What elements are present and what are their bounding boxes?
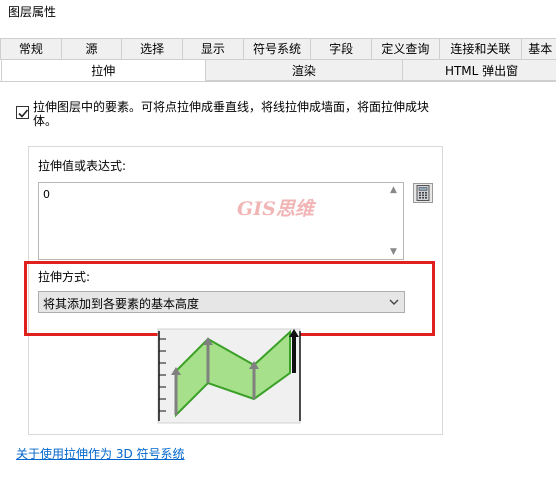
help-link[interactable]: 关于使用拉伸作为 3D 符号系统 (16, 445, 185, 462)
extrusion-value-label: 拉伸值或表达式: (38, 159, 127, 173)
tab-general[interactable]: 常规 (0, 38, 62, 60)
tab-strip-secondary: 拉伸 渲染 HTML 弹出窗 (0, 59, 556, 83)
highlight-box (24, 261, 435, 336)
extrusion-preview (156, 327, 302, 425)
tab-base-heights[interactable]: 基本 (521, 38, 556, 60)
tab-symbology[interactable]: 符号系统 (242, 38, 312, 60)
extrude-checkbox-label: 拉伸图层中的要素。可将点拉伸成垂直线，将线拉伸成墙面，将面拉伸成块体。 (33, 100, 430, 128)
tab-display[interactable]: 显示 (182, 38, 244, 60)
expression-builder-button[interactable] (413, 183, 433, 203)
extrude-checkbox[interactable] (16, 106, 29, 119)
extrusion-value-input[interactable]: 0 ▲ ▼ (38, 182, 404, 260)
tab-selection[interactable]: 选择 (121, 38, 184, 60)
check-icon (18, 109, 29, 118)
tab-rendering[interactable]: 渲染 (204, 59, 404, 81)
scroll-up-icon[interactable]: ▲ (390, 185, 397, 195)
window-title: 图层属性 (8, 5, 57, 19)
extrusion-value-scrollbar[interactable]: ▲ ▼ (386, 183, 403, 259)
tab-fields[interactable]: 字段 (310, 38, 372, 60)
tab-joins-relates[interactable]: 连接和关联 (438, 38, 523, 60)
tab-extrusion[interactable]: 拉伸 (1, 59, 206, 83)
scroll-down-icon[interactable]: ▼ (390, 247, 397, 257)
tab-html-popup[interactable]: HTML 弹出窗 (402, 59, 556, 81)
calculator-icon (416, 185, 430, 201)
extrusion-value-text: 0 (43, 188, 50, 201)
tab-definition-query[interactable]: 定义查询 (371, 38, 440, 60)
tab-strip-primary: 常规 源 选择 显示 符号系统 字段 定义查询 连接和关联 基本 (0, 38, 556, 60)
watermark: GIS思维 (237, 198, 314, 220)
tab-source[interactable]: 源 (60, 38, 123, 60)
